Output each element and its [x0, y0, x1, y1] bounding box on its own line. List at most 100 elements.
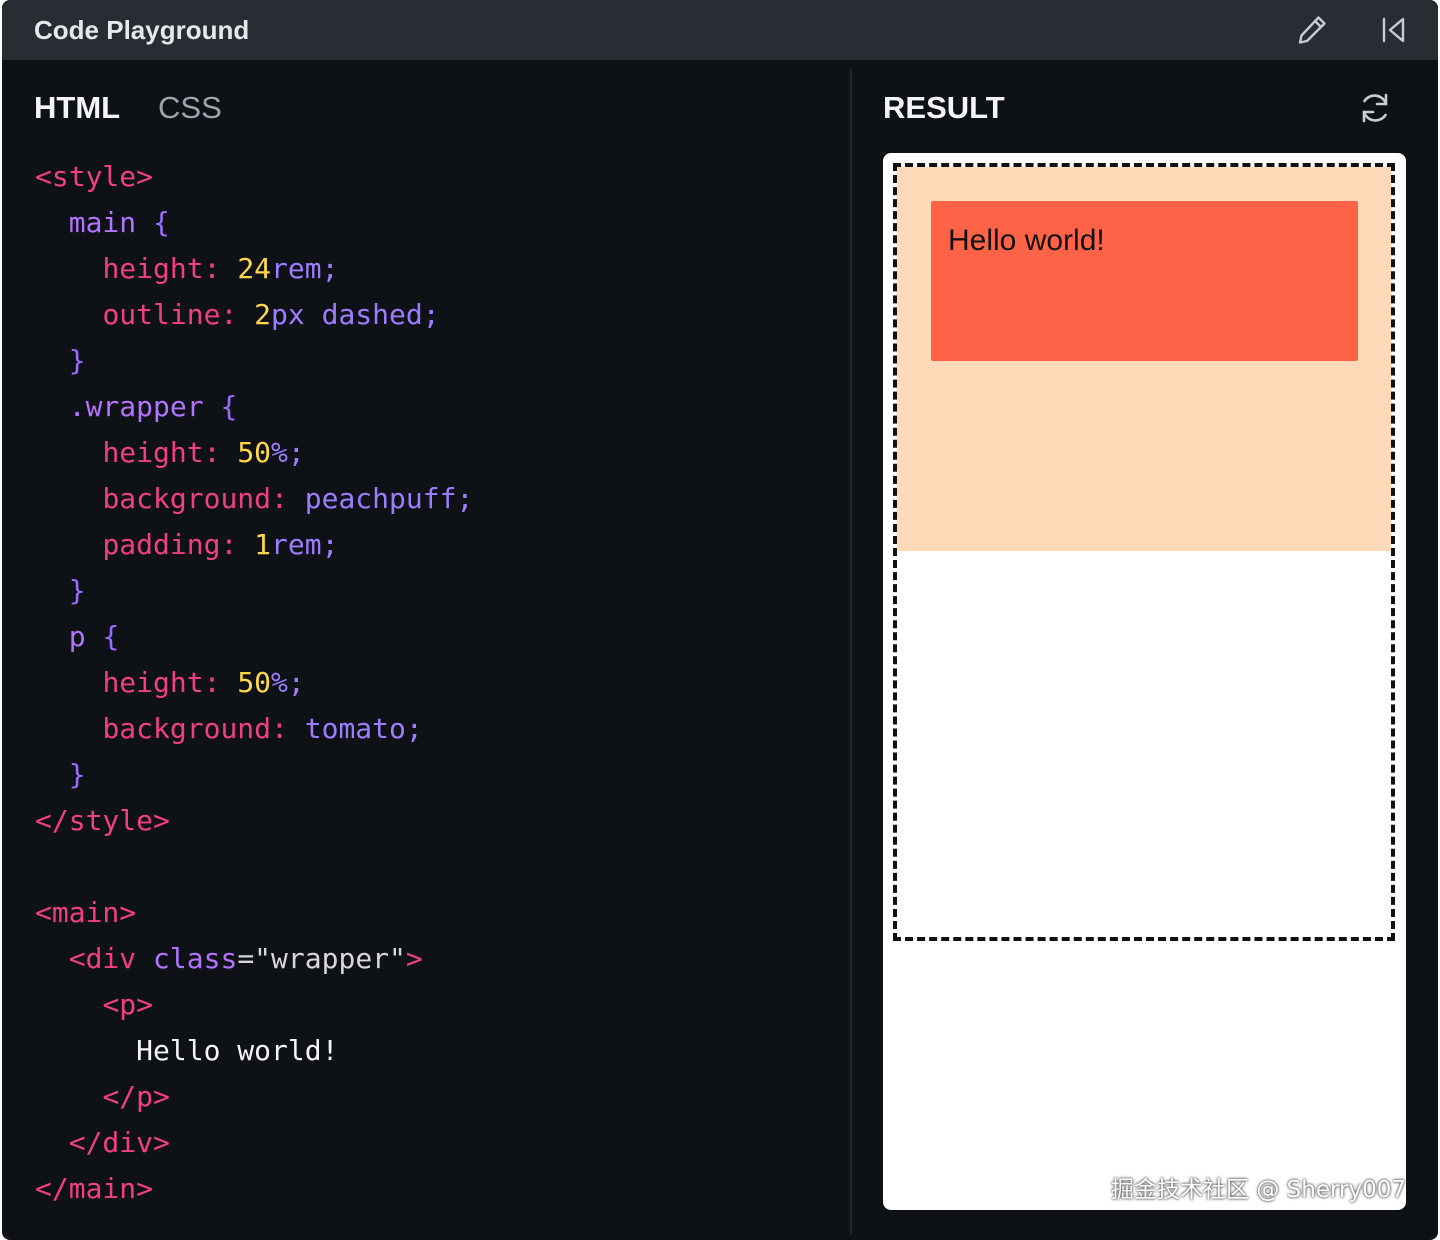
code-token-tag: </p>	[102, 1080, 170, 1113]
code-line: height: 50%;	[35, 660, 473, 706]
panel-divider[interactable]	[850, 68, 852, 1234]
code-token-text: Hello world!	[136, 1034, 339, 1067]
code-line: outline: 2px dashed;	[35, 292, 473, 338]
code-token-num: 24	[237, 252, 272, 285]
code-line: Hello world!	[35, 1028, 473, 1074]
code-line: }	[35, 568, 473, 614]
code-token-prop: padding:	[102, 528, 238, 561]
code-token-prop: outline:	[102, 298, 238, 331]
code-token-val: tomato;	[304, 712, 423, 745]
code-token-brace: {	[153, 206, 170, 239]
code-token-val: px dashed;	[271, 298, 440, 331]
skip-back-icon[interactable]	[1375, 12, 1411, 48]
code-token-sel: main	[68, 206, 137, 239]
code-token-num: 50	[237, 666, 272, 699]
code-playground-window: Code Playground HTML CSS <style> main { …	[2, 0, 1438, 1240]
code-token-val: rem;	[271, 252, 339, 285]
code-token-num: 2	[254, 298, 272, 331]
code-token-tag: </div>	[68, 1126, 170, 1159]
app-title: Code Playground	[34, 15, 250, 45]
code-token-brace: {	[220, 390, 238, 423]
code-line: </div>	[35, 1120, 473, 1166]
code-line: background: peachpuff;	[35, 476, 473, 522]
code-token-sel: p	[68, 620, 86, 653]
code-token-prop: background:	[102, 712, 288, 745]
code-token-brace: }	[68, 574, 86, 607]
code-line: height: 24rem;	[35, 246, 473, 292]
code-line: p {	[35, 614, 473, 660]
code-token-tag: >	[405, 942, 423, 975]
code-token-prop: height:	[102, 436, 221, 469]
code-token-str: ="wrapper"	[237, 942, 406, 975]
pencil-icon[interactable]	[1294, 12, 1330, 48]
code-token-val: peachpuff;	[304, 482, 474, 515]
code-line: <div class="wrapper">	[35, 936, 473, 982]
code-token-val: %;	[271, 436, 305, 469]
code-token-val: rem;	[271, 528, 339, 561]
code-token-num: 50	[237, 436, 272, 469]
code-line: <style>	[35, 154, 473, 200]
code-editor[interactable]: <style> main { height: 24rem; outline: 2…	[35, 154, 473, 1212]
code-token-tag: <p>	[102, 988, 154, 1021]
code-token-tag: <style>	[35, 160, 154, 193]
code-line: .wrapper {	[35, 384, 473, 430]
code-token-tag: </style>	[35, 804, 170, 837]
refresh-icon[interactable]	[1355, 88, 1395, 128]
code-line: }	[35, 338, 473, 384]
code-line: main {	[35, 200, 473, 246]
title-bar: Code Playground	[2, 0, 1438, 60]
code-token-brace: }	[68, 758, 86, 791]
preview-main-box: Hello world!	[893, 163, 1395, 941]
result-preview[interactable]: Hello world! 掘金技术社区 @ Sherry007	[883, 153, 1406, 1210]
code-token-val: %;	[271, 666, 305, 699]
code-token-sel: .wrapper	[68, 390, 204, 423]
watermark: 掘金技术社区 @ Sherry007	[1111, 1177, 1406, 1203]
code-token-brace: {	[102, 620, 120, 653]
code-token-tag: <div	[68, 942, 137, 975]
code-token-brace: }	[68, 344, 86, 377]
tab-html[interactable]: HTML	[34, 88, 120, 128]
code-line: height: 50%;	[35, 430, 473, 476]
result-heading: RESULT	[883, 90, 1005, 125]
code-token-num: 1	[254, 528, 272, 561]
code-token-prop: background:	[102, 482, 288, 515]
code-line: }	[35, 752, 473, 798]
code-line: background: tomato;	[35, 706, 473, 752]
code-token-tag: <main>	[35, 896, 137, 929]
code-line: </p>	[35, 1074, 473, 1120]
code-token-prop: height:	[102, 252, 221, 285]
tab-css[interactable]: CSS	[158, 88, 222, 128]
code-line: padding: 1rem;	[35, 522, 473, 568]
code-line: </main>	[35, 1166, 473, 1212]
preview-wrapper: Hello world!	[897, 167, 1391, 551]
code-token-prop: height:	[102, 666, 221, 699]
